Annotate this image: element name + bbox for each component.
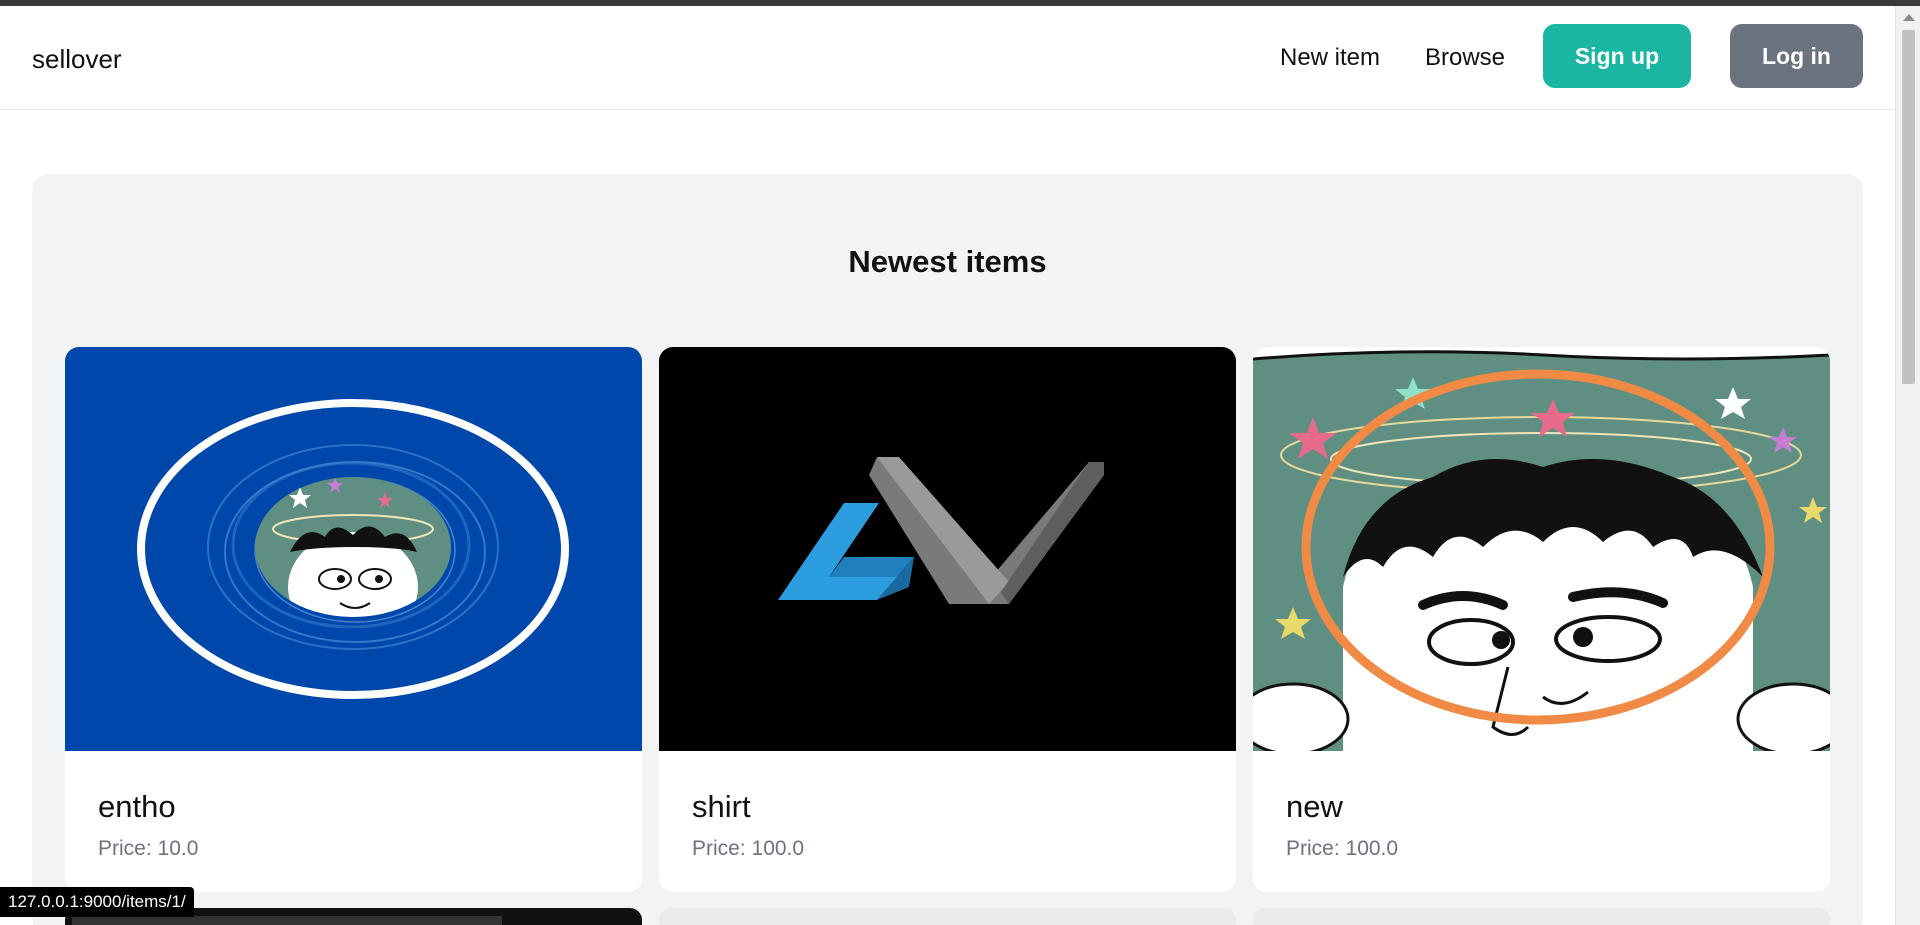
item-price: Price: 100.0 xyxy=(1286,837,1399,860)
status-bar-url: 127.0.0.1:9000/items/1/ xyxy=(0,887,194,917)
navbar: sellover New item Browse Sign up Log in xyxy=(0,6,1895,110)
item-name: entho xyxy=(98,789,176,824)
signup-button[interactable]: Sign up xyxy=(1543,24,1691,88)
item-image-dizzy-face-orange-ring[interactable] xyxy=(1253,347,1830,751)
login-button[interactable]: Log in xyxy=(1730,24,1863,88)
scrollbar-thumb[interactable] xyxy=(1902,30,1915,384)
item-image-dizzy-face-ring[interactable] xyxy=(65,347,642,751)
newest-items-panel: Newest items entho Price: 10.0 shirt Pri… xyxy=(32,174,1863,925)
item-card-partial[interactable] xyxy=(1253,908,1830,925)
item-price: Price: 100.0 xyxy=(692,837,805,860)
horizontal-scroll-indicator xyxy=(72,916,502,925)
nav-new-item-link[interactable]: New item xyxy=(1280,44,1380,72)
item-card-new[interactable]: new Price: 100.0 xyxy=(1253,347,1830,892)
item-card-partial[interactable] xyxy=(659,908,1236,925)
vertical-scrollbar[interactable] xyxy=(1895,6,1920,925)
item-name: shirt xyxy=(692,789,751,824)
item-image-angular-logo[interactable] xyxy=(659,347,1236,751)
item-name: new xyxy=(1286,789,1343,824)
item-price: Price: 10.0 xyxy=(98,837,199,860)
item-card-entho[interactable]: entho Price: 10.0 xyxy=(65,347,642,892)
section-title: Newest items xyxy=(848,244,1047,279)
brand-logo-link[interactable]: sellover xyxy=(32,44,122,75)
item-card-shirt[interactable]: shirt Price: 100.0 xyxy=(659,347,1236,892)
nav-browse-link[interactable]: Browse xyxy=(1425,44,1505,72)
scroll-up-arrow-icon[interactable] xyxy=(1903,14,1915,21)
